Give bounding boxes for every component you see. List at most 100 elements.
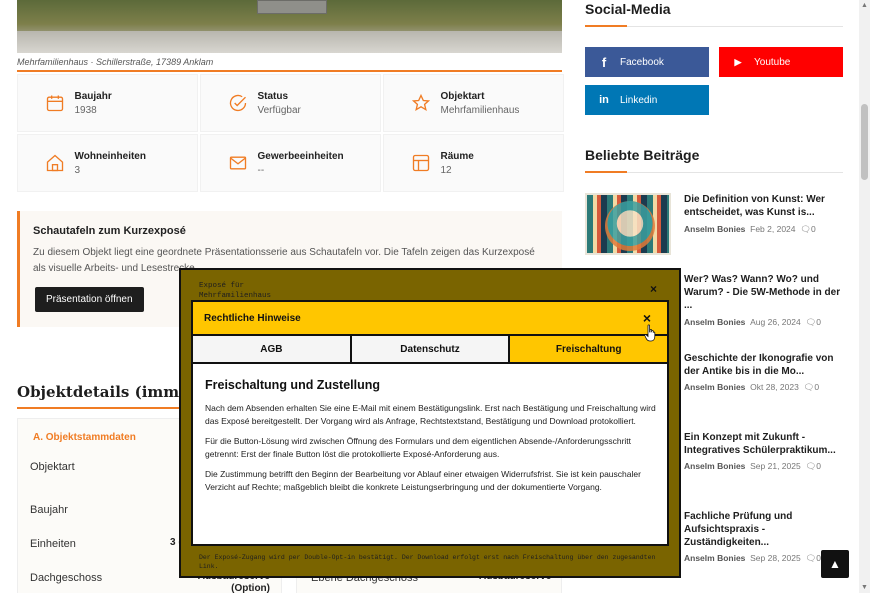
post-item[interactable]: Die Definition von Kunst: Wer entscheide…	[585, 193, 843, 259]
fact-label: Baujahr	[74, 90, 112, 102]
fact-label: Objektart	[440, 90, 485, 102]
fact-wohneinheiten: Wohneinheiten 3	[17, 134, 198, 192]
post-date: Okt 28, 2023	[750, 382, 799, 392]
section-title: A. Objektstammdaten	[33, 432, 136, 443]
fact-label: Räume	[440, 150, 474, 162]
dialog-tabs: AGB Datenschutz Freischaltung	[193, 336, 668, 364]
comment-icon: 🗨	[805, 553, 817, 563]
post-meta: Anselm Bonies Sep 21, 2025 🗨0	[684, 461, 821, 472]
post-date: Sep 28, 2025	[750, 553, 801, 563]
fact-value: 12	[440, 164, 452, 176]
star-icon	[411, 93, 430, 112]
overlay-footer-text: Der Exposé-Zugang wird per Double-Opt-in…	[199, 554, 656, 570]
scroll-down-icon[interactable]: ▼	[859, 584, 870, 591]
property-photo	[17, 0, 562, 53]
scrollbar-thumb[interactable]	[861, 104, 868, 180]
page-scrollbar[interactable]: ▲ ▼	[859, 0, 870, 593]
content-paragraph: Für die Button-Lösung wird zwischen Öffn…	[205, 436, 632, 459]
fact-objektart: Objektart Mehrfamilienhaus	[383, 74, 564, 132]
fact-gewerbeeinheiten: Gewerbeeinheiten --	[200, 134, 381, 192]
fact-value: --	[257, 164, 265, 176]
fact-value: Verfügbar	[257, 104, 301, 116]
legal-dialog: Rechtliche Hinweise × AGB Datenschutz Fr…	[191, 300, 669, 546]
post-title[interactable]: Fachliche Prüfung und Aufsichtspraxis - …	[684, 510, 844, 549]
post-meta: Anselm Bonies Sep 28, 2025 🗨0	[684, 553, 821, 564]
social-label: Youtube	[754, 56, 791, 68]
post-date: Feb 2, 2024	[750, 224, 796, 234]
linkedin-icon: in	[599, 94, 609, 106]
post-title[interactable]: Geschichte der Ikonografie von der Antik…	[684, 352, 844, 378]
mail-icon	[229, 156, 246, 170]
post-author[interactable]: Anselm Bonies	[684, 317, 745, 327]
post-author[interactable]: Anselm Bonies	[684, 553, 745, 563]
expose-note: Exposé für Mehrfamilienhaus	[199, 281, 271, 301]
fact-label: Wohneinheiten	[74, 150, 146, 162]
post-author[interactable]: Anselm Bonies	[684, 461, 745, 471]
social-label: Facebook	[620, 56, 664, 68]
divider	[17, 70, 562, 72]
post-author[interactable]: Anselm Bonies	[684, 224, 745, 234]
schautafeln-title: Schautafeln zum Kurzexposé	[33, 225, 186, 237]
back-to-top-button[interactable]: ▲	[821, 550, 849, 578]
post-meta: Anselm Bonies Feb 2, 2024 🗨0	[684, 224, 816, 235]
divider-accent	[585, 25, 627, 27]
fact-label: Gewerbeeinheiten	[257, 150, 344, 162]
praesentation-button[interactable]: Präsentation öffnen	[35, 287, 144, 312]
tab-datenschutz[interactable]: Datenschutz	[351, 336, 511, 362]
tab-agb[interactable]: AGB	[193, 336, 352, 362]
overlay-close-button[interactable]: ×	[650, 282, 657, 296]
calendar-icon	[46, 95, 63, 112]
post-thumbnail[interactable]	[585, 193, 671, 255]
sidewalk-shape	[17, 31, 562, 53]
divider-accent	[585, 171, 627, 173]
facebook-icon: f	[601, 54, 607, 70]
facebook-button[interactable]: f Facebook	[585, 47, 709, 77]
content-paragraph: Nach dem Absenden erhalten Sie eine E-Ma…	[205, 403, 656, 426]
dialog-title: Rechtliche Hinweise	[204, 313, 301, 324]
home-icon	[46, 154, 63, 172]
fact-value: 1938	[74, 104, 97, 116]
post-meta: Anselm Bonies Okt 28, 2023 🗨0	[684, 382, 819, 393]
detail-label: Dachgeschoss	[30, 572, 103, 584]
post-comments: 0	[816, 461, 821, 471]
detail-label: Objektart	[30, 461, 75, 473]
detail-label: Baujahr	[30, 504, 68, 516]
post-date: Sep 21, 2025	[750, 461, 801, 471]
youtube-button[interactable]: ▶ Youtube	[719, 47, 843, 77]
fact-raeume: Räume 12	[383, 134, 564, 192]
comment-icon: 🗨	[800, 224, 812, 234]
comment-icon: 🗨	[805, 461, 817, 471]
scroll-up-icon[interactable]: ▲	[859, 2, 870, 9]
comment-icon: 🗨	[803, 382, 815, 392]
layout-icon	[412, 154, 429, 172]
fact-status: Status Verfügbar	[200, 74, 381, 132]
photo-caption: Mehrfamilienhaus · Schillerstraße, 17389…	[17, 57, 214, 67]
post-comments: 0	[814, 382, 820, 392]
facts-grid: Baujahr 1938 Status Verfügbar Objektart Meh…	[17, 74, 564, 192]
post-date: Aug 26, 2024	[750, 317, 801, 327]
fact-label: Status	[257, 90, 289, 102]
gravestone-shape	[257, 0, 327, 14]
post-comments: 0	[816, 317, 821, 327]
popular-posts-heading: Beliebte Beiträge	[585, 147, 700, 163]
expose-note-line: Exposé für	[199, 282, 245, 290]
fact-value: 3	[74, 164, 81, 176]
content-heading: Freischaltung und Zustellung	[205, 378, 380, 392]
social-label: Linkedin	[620, 94, 658, 106]
youtube-icon: ▶	[734, 56, 742, 67]
dialog-content: Freischaltung und Zustellung Nach dem Ab…	[205, 378, 657, 501]
post-title[interactable]: Ein Konzept mit Zukunft - Integratives S…	[684, 431, 844, 457]
post-meta: Anselm Bonies Aug 26, 2024 🗨0	[684, 317, 821, 328]
post-title[interactable]: Wer? Was? Wann? Wo? und Warum? - Die 5W-…	[684, 273, 844, 312]
artwork-shape	[605, 201, 655, 251]
post-title[interactable]: Die Definition von Kunst: Wer entscheide…	[684, 193, 844, 219]
content-paragraph: Die Zustimmung betrifft den Beginn der B…	[205, 469, 641, 492]
hand-cursor-icon	[644, 324, 656, 342]
post-author[interactable]: Anselm Bonies	[684, 382, 745, 392]
detail-label: Einheiten	[30, 538, 76, 550]
linkedin-button[interactable]: in Linkedin	[585, 85, 709, 115]
dialog-header: Rechtliche Hinweise ×	[193, 302, 667, 336]
social-media-heading: Social-Media	[585, 1, 671, 17]
post-comments: 0	[811, 224, 816, 234]
fact-baujahr: Baujahr 1938	[17, 74, 198, 132]
